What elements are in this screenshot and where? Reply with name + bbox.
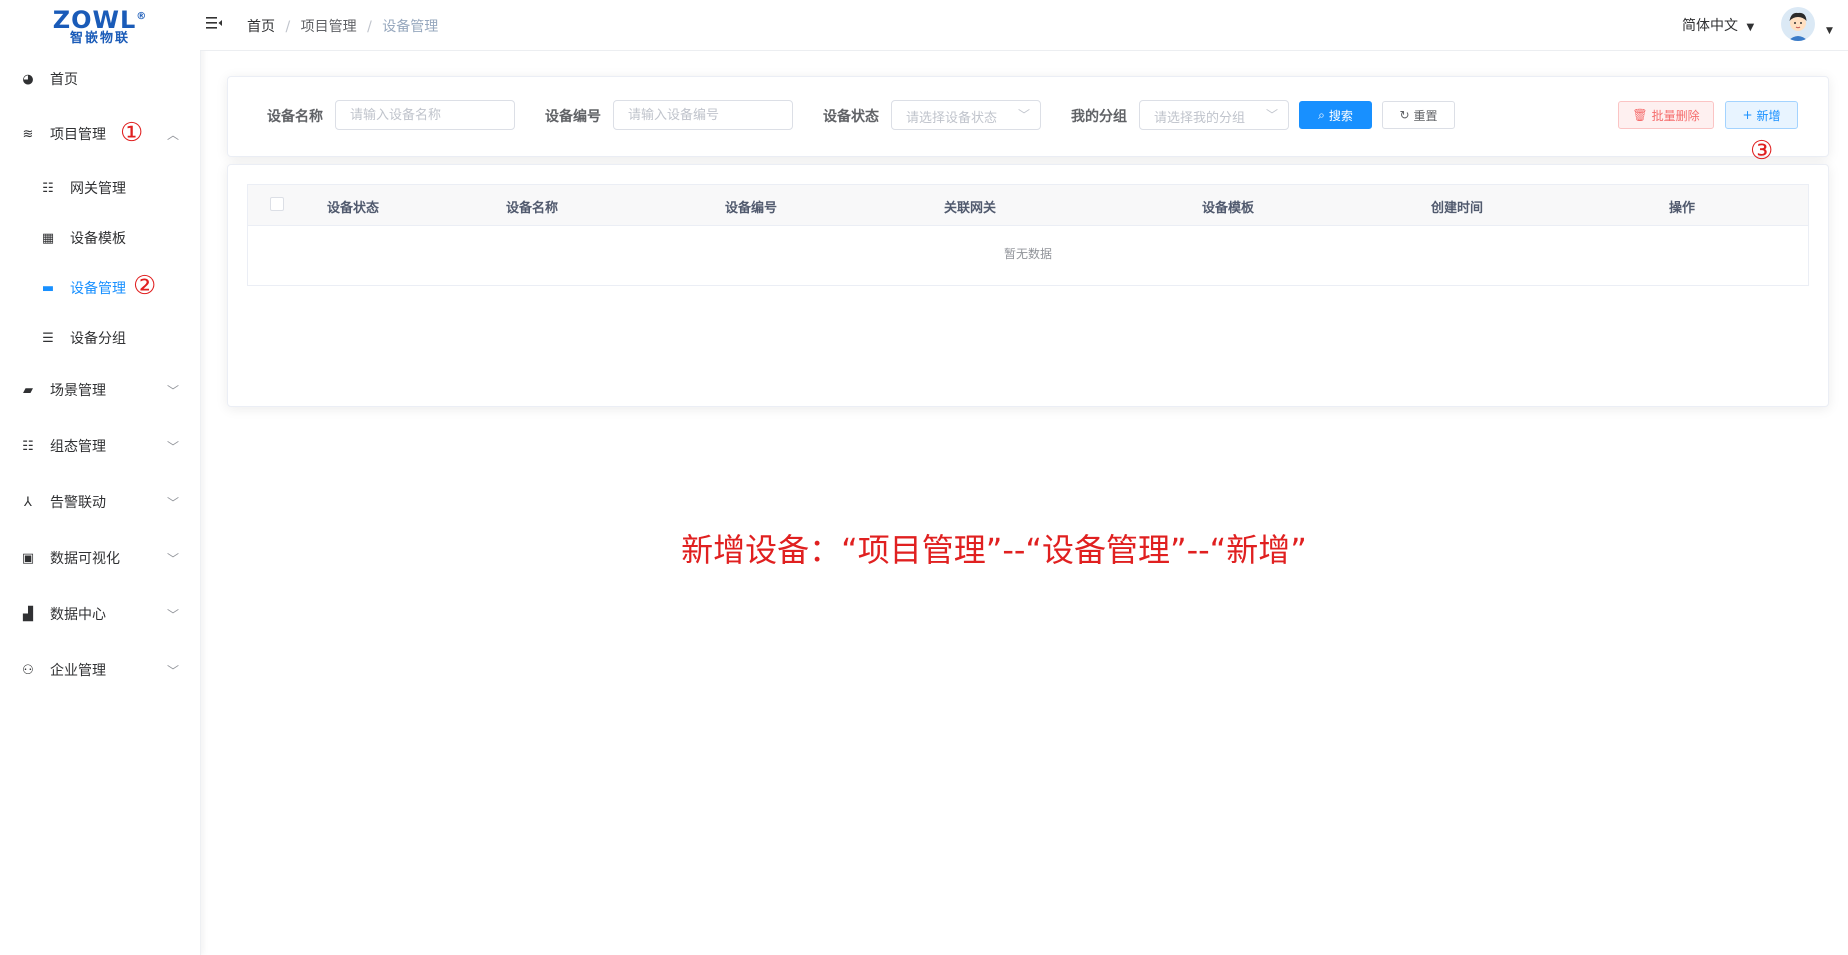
language-selector[interactable]: 简体中文 ▼	[1682, 15, 1754, 35]
breadcrumb-separator: /	[285, 19, 291, 35]
tree-icon: ☰	[42, 330, 54, 346]
sidebar-item-home[interactable]: ◕ 首页	[0, 54, 200, 104]
sidebar-item-label: 设备管理	[70, 281, 126, 297]
my-group-placeholder: 请选择我的分组	[1154, 111, 1246, 126]
sidebar-item-label: 告警联动	[50, 495, 106, 511]
device-name-label: 设备名称	[267, 109, 323, 125]
trash-icon: 🗑	[1632, 108, 1648, 122]
network-icon: ⅄	[24, 494, 32, 510]
clapper-icon: ▰	[23, 382, 33, 398]
column-header-status[interactable]: 设备状态	[327, 197, 379, 216]
device-code-input[interactable]	[613, 100, 793, 130]
sidebar-item-label: 场景管理	[50, 383, 106, 399]
avatar[interactable]	[1781, 7, 1815, 41]
hamburger-icon[interactable]	[205, 14, 223, 32]
column-header-template[interactable]: 设备模板	[1202, 197, 1254, 216]
tree-table-icon: ☷	[42, 180, 54, 196]
sidebar-item-alarm[interactable]: ⅄ 告警联动 ﹀	[0, 477, 200, 527]
device-code-label: 设备编号	[545, 109, 601, 125]
add-button-label: 新增	[1756, 108, 1781, 123]
caret-down-icon[interactable]: ▼	[1826, 26, 1833, 36]
column-header-gateway[interactable]: 关联网关	[944, 197, 996, 216]
user-settings-icon: ⚇	[22, 662, 34, 678]
sidebar-item-label: 组态管理	[50, 439, 106, 455]
sidebar-item-project[interactable]: ≋ 项目管理 ︿	[0, 109, 200, 159]
chevron-down-icon: ﹀	[167, 439, 180, 454]
column-header-actions[interactable]: 操作	[1669, 197, 1695, 216]
sidebar-item-label: 项目管理	[50, 127, 106, 143]
sidebar-item-label: 企业管理	[50, 663, 106, 679]
language-label: 简体中文	[1682, 18, 1738, 34]
sidebar-item-configuration[interactable]: ☷ 组态管理 ﹀	[0, 421, 200, 471]
select-all-checkbox[interactable]	[270, 197, 284, 211]
breadcrumb-separator: /	[367, 19, 372, 35]
sidebar-item-gateway[interactable]: ☷ 网关管理	[0, 163, 200, 213]
device-status-placeholder: 请选择设备状态	[906, 111, 998, 126]
sidebar-item-enterprise[interactable]: ⚇ 企业管理 ﹀	[0, 645, 200, 695]
column-header-name[interactable]: 设备名称	[506, 197, 558, 216]
sidebar-item-label: 数据中心	[50, 607, 106, 623]
search-button[interactable]: ⌕ 搜索	[1299, 101, 1372, 129]
bar-chart-icon: ▟	[23, 606, 33, 622]
logo-main-text: ZOWL	[52, 5, 137, 34]
my-group-label: 我的分组	[1071, 109, 1127, 125]
chevron-down-icon: ﹀	[1017, 108, 1030, 122]
layers-icon: ≋	[22, 126, 34, 142]
add-button[interactable]: + 新增	[1725, 101, 1798, 129]
dashboard-icon: ◕	[22, 71, 34, 87]
reset-button-label: 重置	[1413, 108, 1438, 123]
device-table: 设备状态 设备名称 设备编号 关联网关 设备模板 创建时间 操作 暂无数据	[247, 184, 1809, 286]
search-button-label: 搜索	[1328, 108, 1353, 123]
logo-reg-mark: ®	[136, 10, 148, 22]
search-icon: ⌕	[1318, 107, 1325, 122]
column-header-created-time[interactable]: 创建时间	[1431, 197, 1483, 216]
empty-text: 暂无数据	[1003, 247, 1052, 261]
chevron-down-icon: ﹀	[167, 607, 180, 622]
step-marker-3: ③	[1750, 136, 1774, 166]
refresh-icon: ↻	[1399, 108, 1410, 122]
caret-down-icon: ▼	[1746, 22, 1755, 33]
logo[interactable]: ZOWL® 智嵌物联	[0, 0, 200, 50]
sidebar-item-label: 设备分组	[70, 331, 126, 347]
instruction-annotation: 新增设备：“项目管理”--“设备管理”--“新增”	[681, 531, 1307, 569]
tree-table-icon: ☷	[22, 438, 34, 454]
batch-delete-button[interactable]: 🗑 批量删除	[1618, 101, 1714, 129]
sidebar-item-device-manage[interactable]: ▬ 设备管理	[0, 263, 200, 313]
step-marker-1: ①	[120, 118, 144, 148]
sidebar-item-device-group[interactable]: ☰ 设备分组	[0, 313, 200, 363]
sidebar: ZOWL® 智嵌物联 ◕ 首页 ≋ 项目管理 ︿ ① ☷ 网关管理 ▦ 设备模板…	[0, 0, 201, 955]
grid-icon: ▦	[41, 230, 55, 246]
device-status-select[interactable]: 请选择设备状态 ﹀	[891, 100, 1041, 130]
sidebar-item-data-center[interactable]: ▟ 数据中心 ﹀	[0, 589, 200, 639]
device-status-label: 设备状态	[823, 109, 879, 125]
breadcrumb: 首页 / 项目管理 / 设备管理	[247, 16, 444, 36]
my-group-select[interactable]: 请选择我的分组 ﹀	[1139, 100, 1289, 130]
sidebar-item-label: 设备模板	[70, 231, 126, 247]
chevron-down-icon: ﹀	[167, 663, 180, 678]
sidebar-item-label: 首页	[50, 72, 78, 88]
step-marker-2: ②	[133, 271, 157, 301]
sidebar-item-label: 网关管理	[70, 181, 126, 197]
chevron-down-icon: ﹀	[167, 495, 180, 510]
top-navbar	[200, 0, 1848, 51]
device-name-input[interactable]	[335, 100, 515, 130]
chevron-down-icon: ﹀	[167, 383, 180, 398]
plus-icon: +	[1742, 108, 1753, 122]
sidebar-item-device-template[interactable]: ▦ 设备模板	[0, 213, 200, 263]
breadcrumb-home[interactable]: 首页	[247, 19, 275, 35]
server-icon: ▬	[41, 280, 55, 296]
breadcrumb-current: 设备管理	[382, 19, 439, 35]
chevron-down-icon: ﹀	[1265, 108, 1278, 122]
sidebar-item-scene[interactable]: ▰ 场景管理 ﹀	[0, 365, 200, 415]
chevron-up-icon: ︿	[167, 127, 180, 142]
logo-sub-text: 智嵌物联	[69, 30, 130, 46]
reset-button[interactable]: ↻ 重置	[1382, 101, 1455, 129]
table-header: 设备状态 设备名称 设备编号 关联网关 设备模板 创建时间 操作	[248, 185, 1808, 226]
column-header-code[interactable]: 设备编号	[725, 197, 777, 216]
batch-delete-label: 批量删除	[1651, 108, 1700, 123]
breadcrumb-project[interactable]: 项目管理	[301, 19, 357, 35]
